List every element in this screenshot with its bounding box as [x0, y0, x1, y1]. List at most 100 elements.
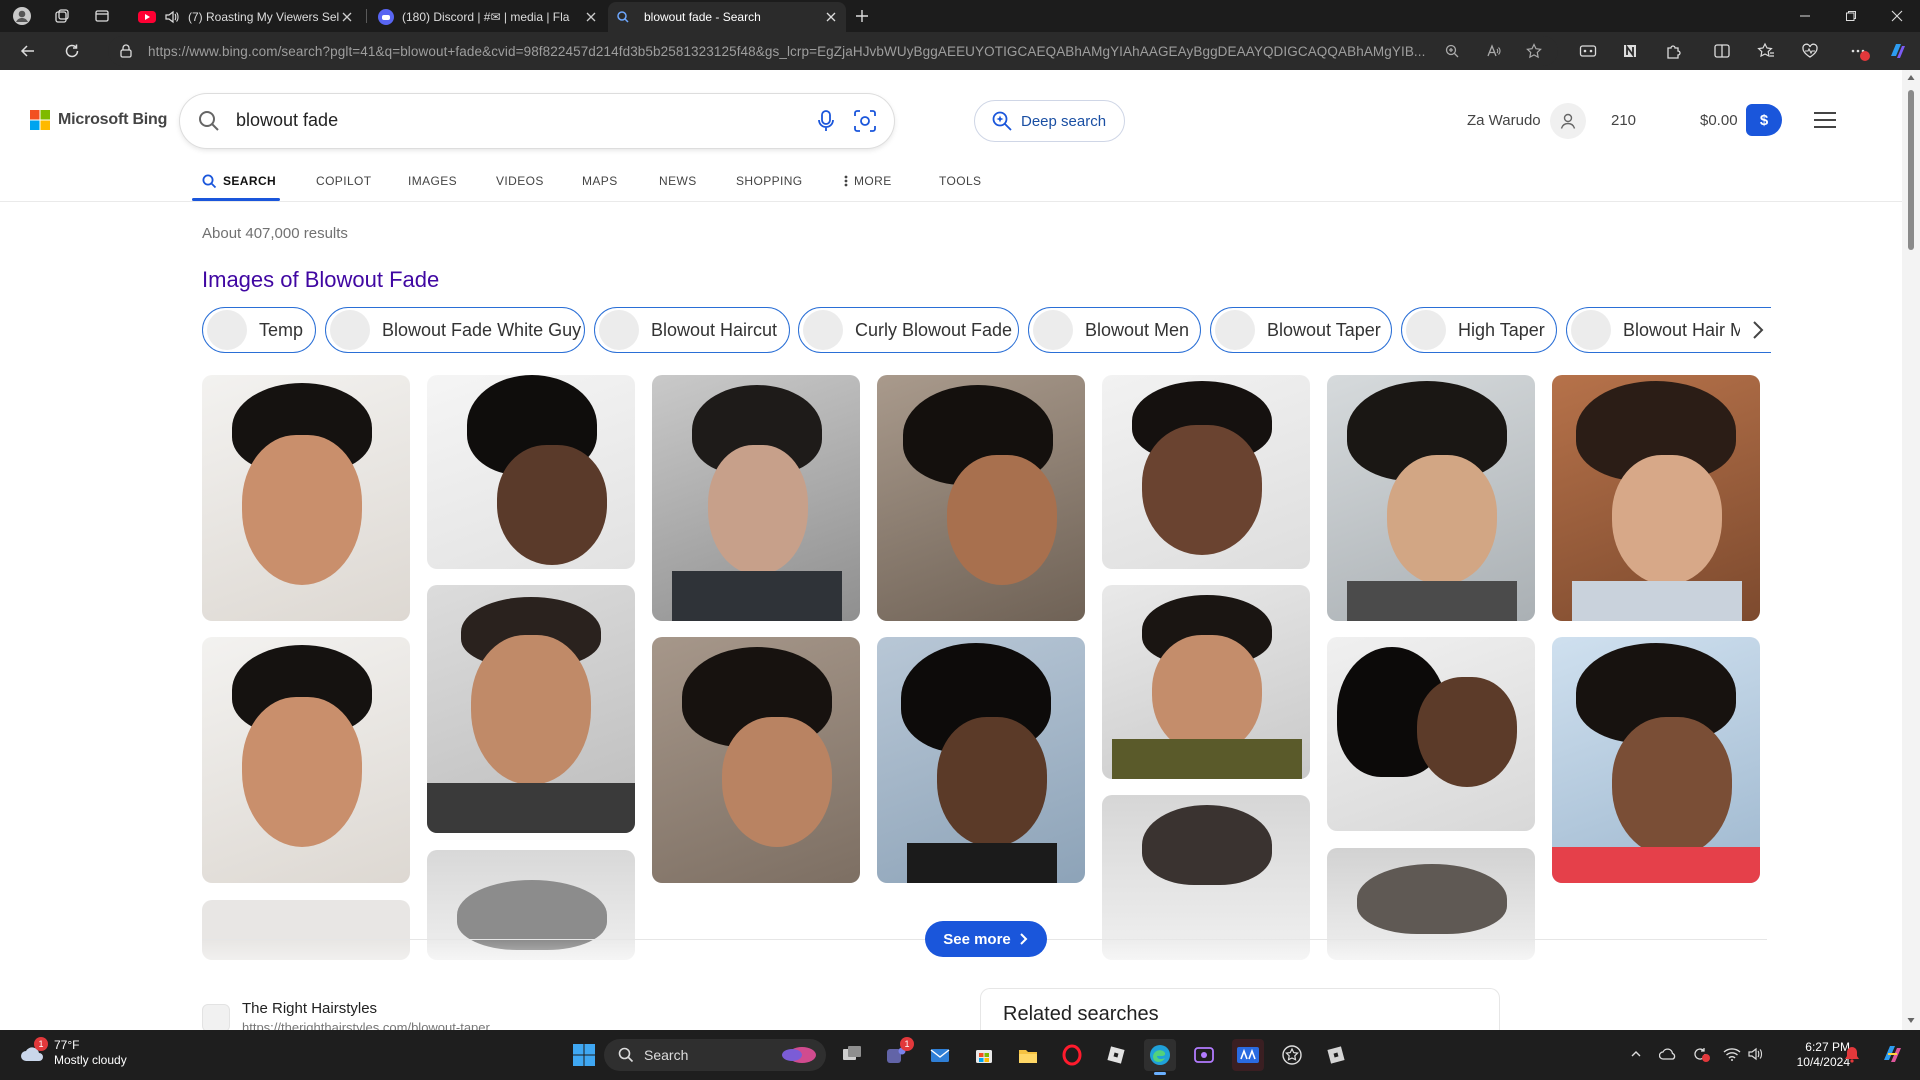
nav-news[interactable]: NEWS: [659, 168, 697, 194]
close-icon[interactable]: [824, 10, 838, 24]
image-result[interactable]: [427, 375, 635, 569]
speaker-icon[interactable]: [164, 9, 180, 25]
image-result[interactable]: [1552, 637, 1760, 883]
chip-temp[interactable]: Temp: [202, 307, 316, 353]
workspaces-icon[interactable]: [48, 4, 76, 28]
close-icon[interactable]: [584, 10, 598, 24]
onedrive-tray[interactable]: [1658, 1044, 1678, 1064]
wifi-tray[interactable]: [1722, 1044, 1742, 1064]
image-result[interactable]: [1327, 637, 1535, 831]
teams-button[interactable]: 1: [880, 1037, 914, 1071]
task-view-button[interactable]: [836, 1039, 868, 1071]
file-explorer-button[interactable]: [1012, 1039, 1044, 1071]
nav-search[interactable]: SEARCH: [202, 168, 276, 194]
user-name[interactable]: Za Warudo: [1467, 112, 1541, 129]
copilot-tray[interactable]: [1878, 1042, 1906, 1066]
image-result[interactable]: [1327, 375, 1535, 621]
notifications-tray[interactable]: [1842, 1044, 1862, 1064]
chips-next-button[interactable]: [1740, 308, 1776, 352]
nav-more[interactable]: MORE: [844, 168, 892, 194]
opera-button[interactable]: [1056, 1039, 1088, 1071]
weather-widget[interactable]: 1 77°F Mostly cloudy: [18, 1037, 127, 1068]
chip-blowout-fade-white-guy[interactable]: Blowout Fade White Guy: [325, 307, 585, 353]
tab-actions-icon[interactable]: [88, 4, 116, 28]
copilot-button[interactable]: [1884, 37, 1912, 65]
app-button[interactable]: [1188, 1039, 1220, 1071]
tab-bing-search[interactable]: blowout fade - Search: [608, 2, 846, 32]
hamburger-menu-icon[interactable]: [1812, 108, 1838, 132]
sync-tray[interactable]: [1690, 1044, 1710, 1064]
restore-button[interactable]: [1828, 0, 1874, 32]
favorites-button[interactable]: [1752, 37, 1780, 65]
image-result[interactable]: [427, 585, 635, 833]
new-tab-button[interactable]: [848, 4, 876, 28]
image-result[interactable]: [877, 375, 1085, 621]
zoom-button[interactable]: [1438, 37, 1466, 65]
nav-images[interactable]: IMAGES: [408, 168, 457, 194]
chip-blowout-men[interactable]: Blowout Men: [1028, 307, 1201, 353]
image-result[interactable]: [1102, 375, 1310, 569]
address-bar[interactable]: https://www.bing.com/search?pglt=41&q=bl…: [108, 36, 1558, 66]
result-site-name[interactable]: The Right Hairstyles: [242, 1000, 377, 1017]
avatar[interactable]: [1550, 103, 1586, 139]
image-result[interactable]: [1102, 795, 1310, 960]
browser-essentials-button[interactable]: [1796, 37, 1824, 65]
images-heading[interactable]: Images of Blowout Fade: [202, 267, 439, 293]
lock-icon[interactable]: [118, 43, 134, 59]
system-clock[interactable]: 6:27 PM 10/4/2024: [1770, 1040, 1850, 1070]
scroll-thumb[interactable]: [1908, 90, 1914, 250]
chip-high-taper[interactable]: High Taper: [1401, 307, 1557, 353]
search-icon[interactable]: [198, 110, 220, 132]
search-box[interactable]: blowout fade: [180, 94, 894, 148]
store-button[interactable]: [968, 1039, 1000, 1071]
refresh-button[interactable]: [58, 37, 86, 65]
extension-n-button[interactable]: [1616, 37, 1644, 65]
scroll-down-icon[interactable]: [1907, 1016, 1915, 1024]
result-url[interactable]: https://therighthairstyles.com/blowout-t…: [242, 1020, 490, 1030]
image-result[interactable]: [652, 637, 860, 883]
image-result[interactable]: [1102, 585, 1310, 779]
roblox-button[interactable]: [1100, 1039, 1132, 1071]
nav-copilot[interactable]: COPILOT: [316, 168, 371, 194]
image-result[interactable]: [877, 637, 1085, 883]
profile-icon[interactable]: [8, 4, 36, 28]
close-icon[interactable]: [340, 10, 354, 24]
favorites-app-button[interactable]: [1276, 1039, 1308, 1071]
bing-logo[interactable]: Microsoft Bing: [30, 110, 167, 130]
minimize-button[interactable]: [1782, 0, 1828, 32]
chip-blowout-haircut[interactable]: Blowout Haircut: [594, 307, 790, 353]
image-result[interactable]: [202, 375, 410, 621]
see-more-button[interactable]: See more: [925, 921, 1047, 957]
edge-button[interactable]: [1144, 1039, 1176, 1075]
favorite-button[interactable]: [1520, 37, 1548, 65]
nav-maps[interactable]: MAPS: [582, 168, 618, 194]
roblox-studio-button[interactable]: [1320, 1039, 1352, 1071]
start-button[interactable]: [568, 1039, 600, 1071]
scroll-up-icon[interactable]: [1907, 74, 1915, 82]
chip-curly-blowout-fade[interactable]: Curly Blowout Fade: [798, 307, 1019, 353]
image-result[interactable]: [652, 375, 860, 621]
tab-youtube[interactable]: (7) Roasting My Viewers Sel: [130, 2, 362, 32]
close-window-button[interactable]: [1874, 0, 1920, 32]
mail-button[interactable]: [924, 1039, 956, 1071]
settings-more-button[interactable]: [1844, 37, 1872, 65]
split-screen-button[interactable]: [1708, 37, 1736, 65]
nav-tools[interactable]: TOOLS: [939, 168, 981, 194]
tab-discord[interactable]: (180) Discord | #✉ | media | Fla: [370, 2, 606, 32]
nav-shopping[interactable]: SHOPPING: [736, 168, 803, 194]
volume-tray[interactable]: [1746, 1044, 1766, 1064]
rewards-badge[interactable]: $: [1746, 104, 1782, 136]
rewards-points[interactable]: 210: [1611, 112, 1636, 129]
image-result[interactable]: [202, 637, 410, 883]
image-result[interactable]: [1552, 375, 1760, 621]
taskbar-search[interactable]: Search: [604, 1039, 826, 1071]
back-button[interactable]: [14, 37, 42, 65]
page-scrollbar[interactable]: [1902, 70, 1920, 1030]
nav-videos[interactable]: VIDEOS: [496, 168, 544, 194]
visual-search-icon[interactable]: [854, 110, 876, 132]
deep-search-button[interactable]: Deep search: [974, 100, 1126, 142]
read-aloud-button[interactable]: [1480, 37, 1508, 65]
tray-overflow-button[interactable]: [1626, 1044, 1646, 1064]
microphone-icon[interactable]: [816, 110, 836, 132]
chip-blowout-taper[interactable]: Blowout Taper: [1210, 307, 1392, 353]
